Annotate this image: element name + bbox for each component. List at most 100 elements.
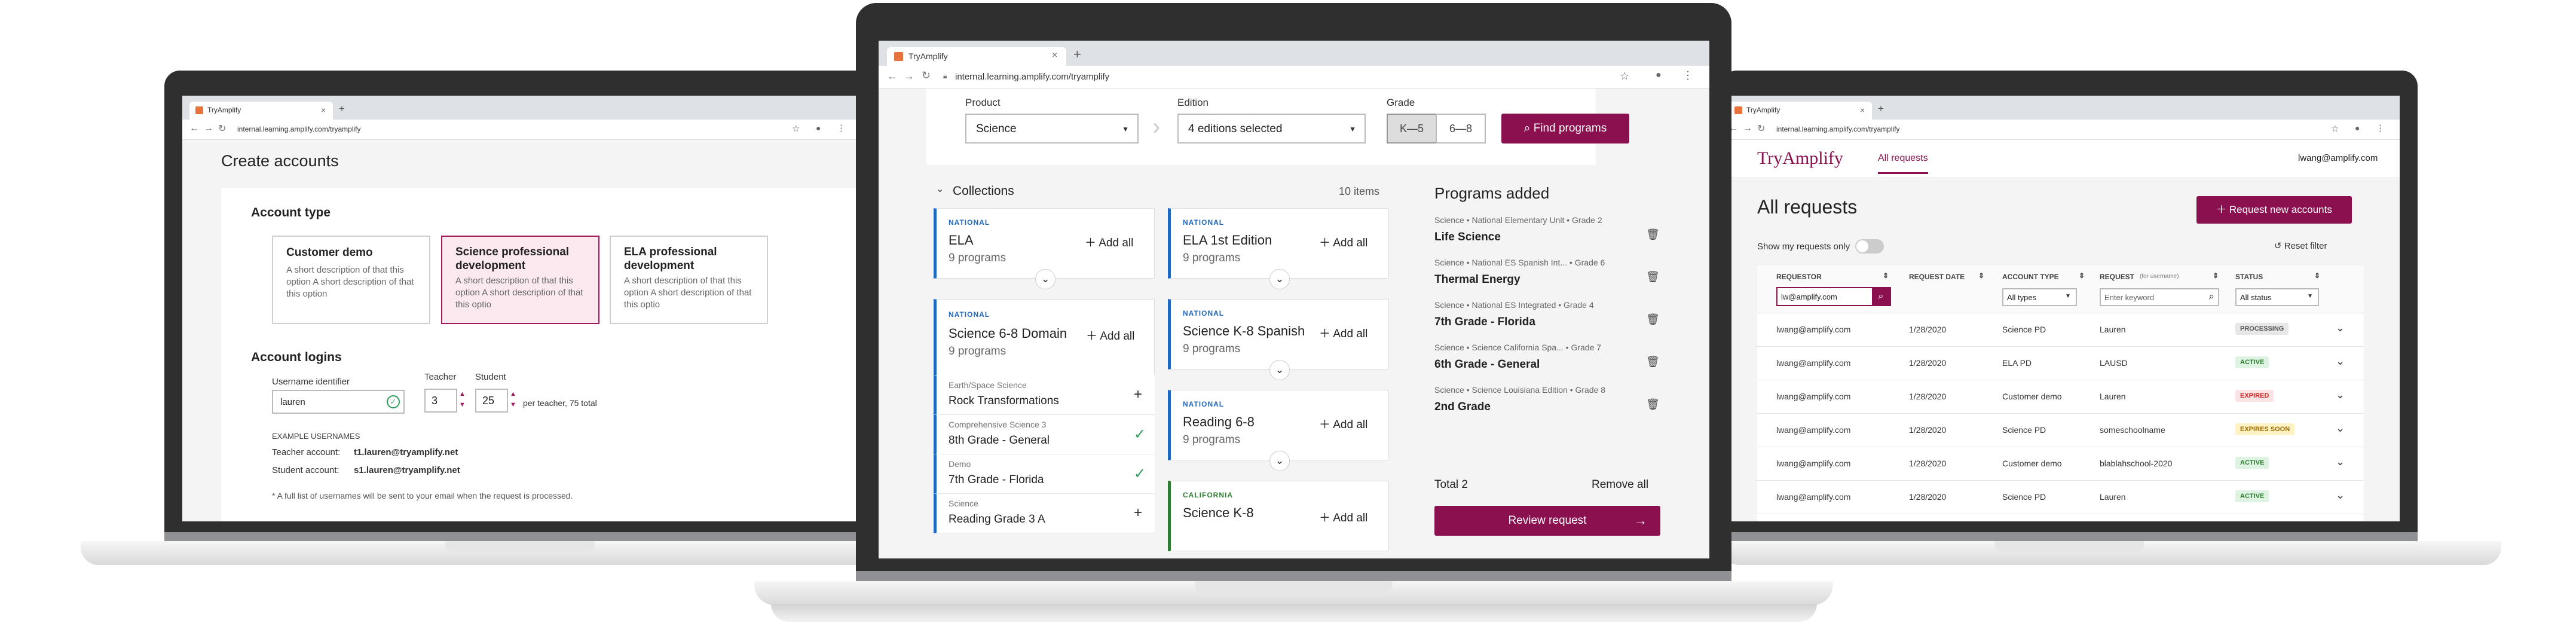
status-filter[interactable]: All status ▼	[2235, 288, 2319, 306]
col-account-type[interactable]: ACCOUNT TYPE	[2002, 273, 2059, 281]
forward-icon[interactable]: →	[204, 123, 213, 134]
nav-tab-all-requests[interactable]: All requests	[1878, 153, 1928, 174]
table-row[interactable]: lwang@amplify.com 1/28/2020 Customer demo b…	[1757, 447, 2364, 481]
trash-icon[interactable]: 🗑︎	[1646, 398, 1660, 411]
requestor-search-input[interactable]: lw@amplify.com ⌕	[1776, 287, 1891, 306]
collection-ela[interactable]: NATIONAL ELA 9 programs ＋ Add all	[934, 208, 1155, 279]
collection-card[interactable]: NATIONAL Science K-8 Spanish 9 programs ＋ A…	[1168, 299, 1389, 370]
add-all-button[interactable]: ＋ Add all	[1319, 509, 1367, 525]
account-type-science-pd[interactable]: Science professional development A short…	[441, 236, 599, 324]
sort-icon[interactable]: ⇕	[2314, 271, 2320, 280]
show-my-requests-toggle[interactable]	[1855, 239, 1884, 254]
expand-row-chevron-icon[interactable]: ⌄	[2336, 456, 2345, 468]
trash-icon[interactable]: 🗑︎	[1646, 228, 1660, 241]
collection-program-item[interactable]: Comprehensive Science 3 8th Grade - Gener…	[934, 415, 1155, 454]
reset-filter-link[interactable]: ↺ Reset filter	[2274, 240, 2327, 251]
menu-kebab-icon[interactable]: ⋮	[1682, 69, 1693, 82]
url-text[interactable]: internal.learning.amplify.com/tryamplify	[1776, 125, 1900, 133]
grade-68-button[interactable]: 6—8	[1436, 114, 1486, 143]
add-all-button[interactable]: ＋ Add all	[1085, 234, 1133, 250]
reload-icon[interactable]: ↻	[218, 123, 226, 135]
added-check-icon[interactable]: ✓	[1134, 465, 1146, 483]
find-programs-button[interactable]: ⌕ Find programs	[1501, 114, 1629, 143]
center-browser-tab[interactable]: TryAmplify ×	[887, 47, 1066, 66]
close-tab-icon[interactable]: ×	[321, 105, 326, 115]
collection-card[interactable]: NATIONAL ELA 1st Edition 9 programs ＋ Add a…	[1168, 208, 1389, 279]
grade-k5-button[interactable]: K—5	[1387, 114, 1437, 143]
expand-row-chevron-icon[interactable]: ⌄	[2336, 489, 2345, 502]
product-select[interactable]: Science ▼	[965, 114, 1139, 143]
bookmark-star-icon[interactable]: ☆	[1620, 70, 1629, 83]
forward-icon[interactable]: →	[1743, 123, 1752, 134]
add-all-button[interactable]: ＋ Add all	[1319, 325, 1367, 341]
trash-icon[interactable]: 🗑︎	[1646, 356, 1660, 368]
expand-chevron-icon[interactable]: ⌄	[1035, 269, 1056, 289]
teacher-count-stepper[interactable]: 3	[424, 389, 457, 413]
sort-icon[interactable]: ⇕	[1978, 271, 1984, 280]
added-check-icon[interactable]: ✓	[1134, 426, 1146, 443]
trash-icon[interactable]: 🗑︎	[1646, 271, 1660, 283]
col-status[interactable]: STATUS	[2235, 273, 2263, 281]
expand-chevron-icon[interactable]: ⌄	[1269, 451, 1290, 471]
table-row[interactable]: lwang@amplify.com 1/28/2020 Science PD Laur…	[1757, 313, 2364, 347]
table-row[interactable]: lwang@amplify.com 1/28/2020 Customer demo L…	[1757, 380, 2364, 414]
close-tab-icon[interactable]: ×	[1052, 50, 1057, 61]
url-text[interactable]: internal.learning.amplify.com/tryamplify	[237, 125, 361, 133]
expand-row-chevron-icon[interactable]: ⌄	[2336, 322, 2345, 334]
bookmark-star-icon[interactable]: ☆	[792, 123, 800, 134]
col-request-date[interactable]: REQUEST DATE	[1909, 273, 1965, 281]
close-tab-icon[interactable]: ×	[1860, 105, 1865, 115]
collection-program-item[interactable]: Demo 7th Grade - Florida ✓	[934, 454, 1155, 494]
collection-program-item[interactable]: Earth/Space Science Rock Transformations +	[934, 375, 1155, 415]
add-all-button[interactable]: ＋ Add all	[1319, 416, 1367, 432]
user-email[interactable]: lwang@amplify.com	[2298, 153, 2378, 163]
reload-icon[interactable]: ↻	[922, 69, 931, 82]
back-icon[interactable]: ←	[887, 70, 898, 83]
forward-icon[interactable]: →	[904, 70, 914, 83]
sort-icon[interactable]: ⇕	[1883, 271, 1889, 280]
expand-row-chevron-icon[interactable]: ⌄	[2336, 422, 2345, 435]
trash-icon[interactable]: 🗑︎	[1646, 313, 1660, 326]
expand-chevron-icon[interactable]: ⌄	[1269, 360, 1290, 380]
collection-program-item[interactable]: Science Reading Grade 3 A +	[934, 494, 1155, 533]
remove-all-link[interactable]: Remove all	[1592, 478, 1648, 491]
collection-card[interactable]: CALIFORNIA Science K-8 ＋ Add all	[1168, 481, 1389, 551]
student-count-stepper[interactable]: 25	[475, 389, 508, 413]
profile-icon[interactable]: ●	[1656, 70, 1662, 81]
stepper-arrows-icon[interactable]: ▲ ▼	[510, 389, 516, 410]
new-tab-icon[interactable]: +	[1073, 47, 1081, 62]
search-icon[interactable]: ⌕	[2208, 291, 2214, 303]
account-type-customer-demo[interactable]: Customer demo A short description of tha…	[272, 236, 430, 324]
table-row[interactable]: lwang@amplify.com 1/28/2020 Science PD some…	[1757, 414, 2364, 447]
back-icon[interactable]: ←	[189, 123, 199, 134]
request-keyword-input[interactable]: Enter keyword ⌕	[2100, 288, 2219, 306]
add-program-icon[interactable]: +	[1134, 505, 1142, 521]
new-tab-icon[interactable]: +	[1878, 103, 1884, 115]
edition-select[interactable]: 4 editions selected ▼	[1177, 114, 1366, 143]
sort-icon[interactable]: ⇕	[2213, 271, 2219, 280]
menu-kebab-icon[interactable]: ⋮	[837, 123, 846, 133]
stepper-arrows-icon[interactable]: ▲ ▼	[459, 389, 466, 410]
left-browser-tab[interactable]: TryAmplify ×	[189, 102, 333, 120]
new-tab-icon[interactable]: +	[339, 103, 345, 115]
right-browser-tab[interactable]: TryAmplify ×	[1728, 102, 1872, 120]
profile-icon[interactable]: ●	[2355, 123, 2360, 133]
account-type-ela-pd[interactable]: ELA professional development A short des…	[610, 236, 768, 324]
url-text[interactable]: internal.learning.amplify.com/tryamplify	[955, 72, 1109, 82]
add-all-button[interactable]: ＋ Add all	[1319, 234, 1367, 250]
expand-row-chevron-icon[interactable]: ⌄	[2336, 389, 2345, 401]
request-new-accounts-button[interactable]: ＋ Request new accounts	[2196, 196, 2352, 224]
expand-row-chevron-icon[interactable]: ⌄	[2336, 355, 2345, 368]
collapse-chevron-icon[interactable]: ⌄	[936, 183, 944, 195]
expand-chevron-icon[interactable]: ⌄	[1269, 269, 1290, 289]
username-field[interactable]: lauren ✓	[272, 390, 405, 414]
col-request[interactable]: REQUEST	[2100, 273, 2134, 281]
menu-kebab-icon[interactable]: ⋮	[2376, 123, 2385, 133]
review-request-button[interactable]: Review request →	[1434, 506, 1660, 536]
collection-card[interactable]: NATIONAL Reading 6-8 9 programs ＋ Add all	[1168, 390, 1389, 460]
profile-icon[interactable]: ●	[816, 123, 821, 133]
add-program-icon[interactable]: +	[1134, 386, 1142, 403]
bookmark-star-icon[interactable]: ☆	[2331, 123, 2339, 134]
table-row[interactable]: lwang@amplify.com 1/28/2020 ELA PD LAUSD ACT…	[1757, 347, 2364, 380]
collection-science-68-domain[interactable]: NATIONAL Science 6-8 Domain 9 programs ＋…	[934, 299, 1155, 375]
